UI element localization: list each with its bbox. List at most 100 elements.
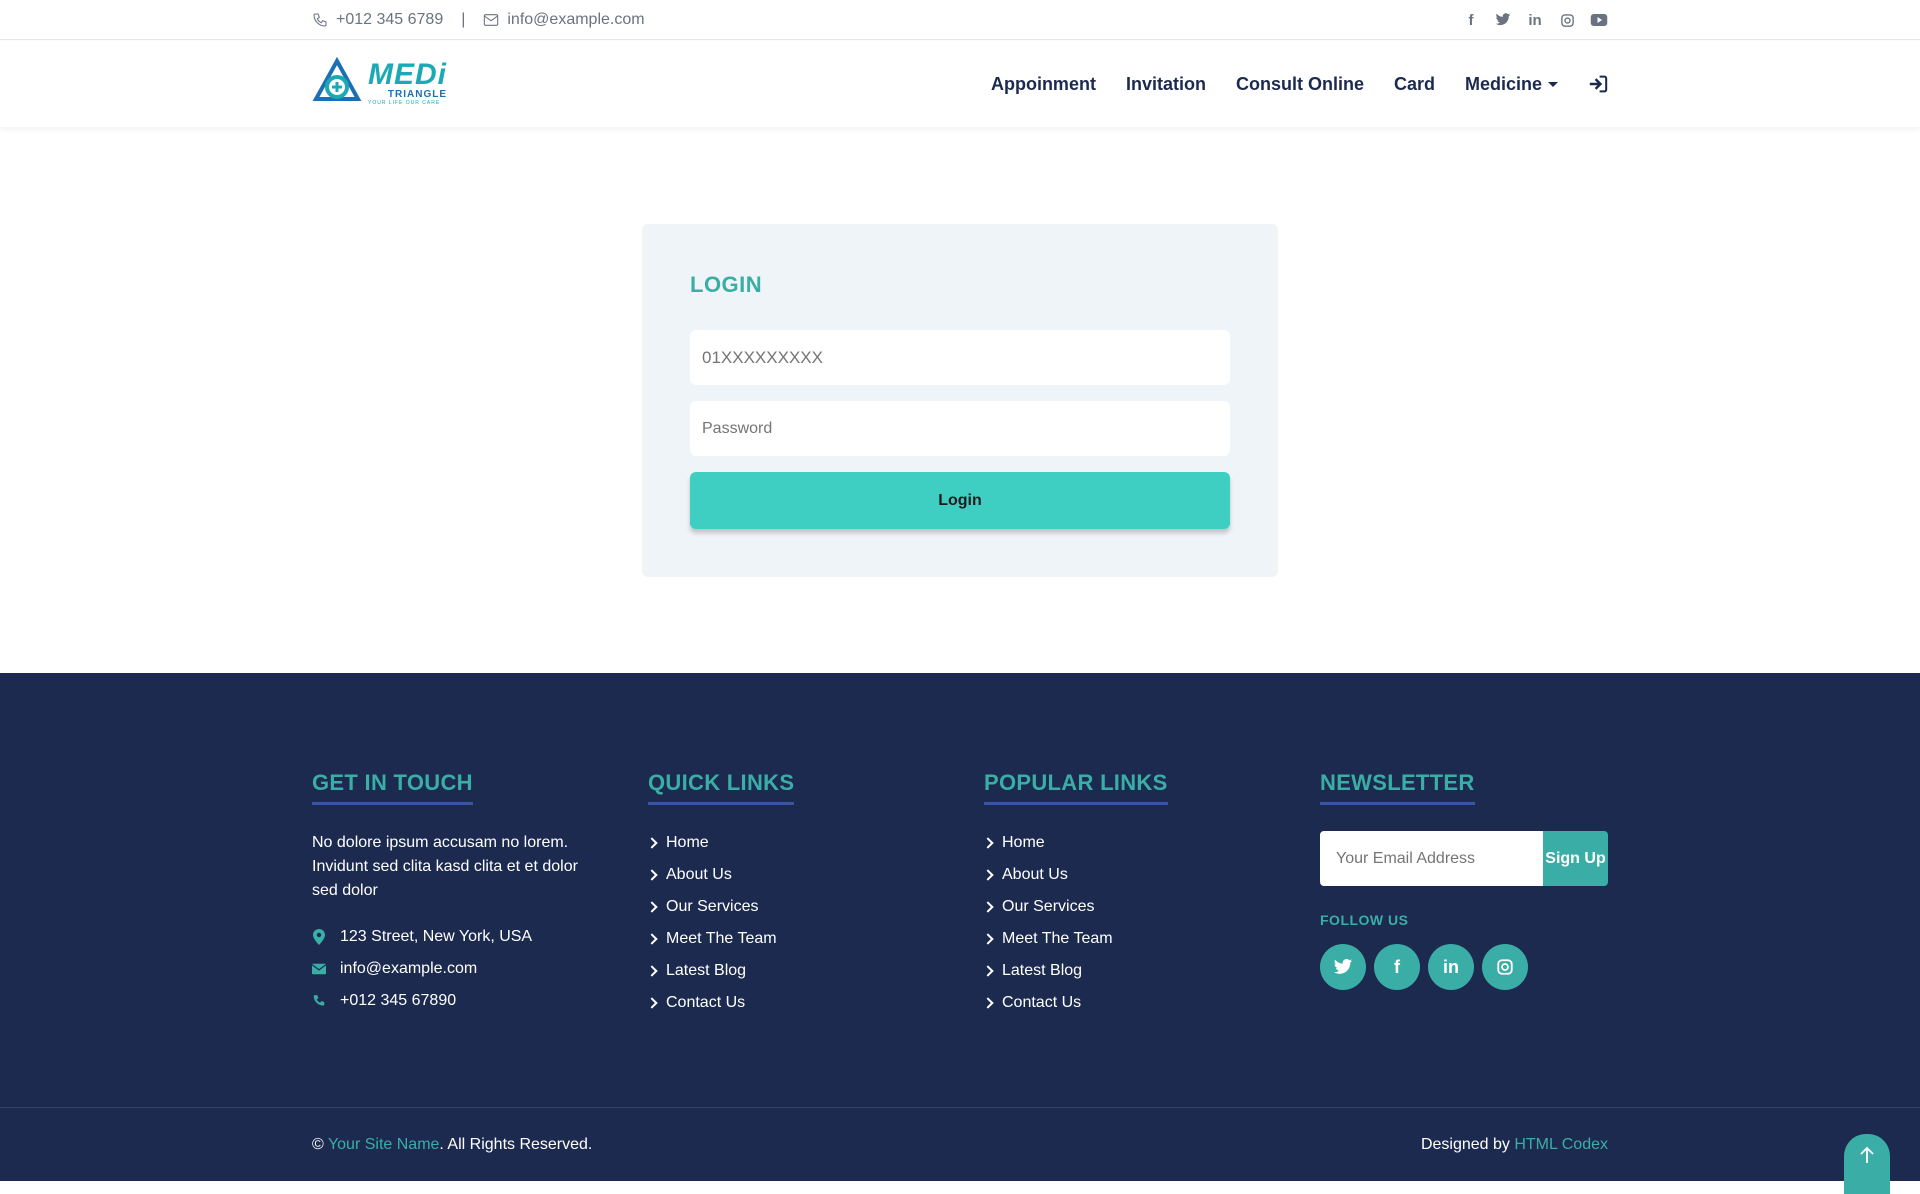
footer-social-buttons: f in — [1320, 944, 1608, 990]
popular-link-home[interactable]: Home — [982, 833, 1168, 853]
chevron-right-icon — [646, 869, 658, 881]
contact-phone: +012 345 67890 — [312, 991, 602, 1011]
instagram-icon[interactable] — [1482, 944, 1528, 990]
copyright: © Your Site Name. All Rights Reserved. — [312, 1136, 592, 1154]
link-label: Contact Us — [1002, 994, 1082, 1011]
quick-link-about[interactable]: About Us — [646, 865, 794, 885]
contact-list: 123 Street, New York, USA info@example.c… — [312, 927, 602, 1011]
envelope-icon — [312, 963, 326, 975]
twitter-icon[interactable] — [1494, 11, 1512, 29]
newsletter-email-input[interactable] — [1320, 831, 1543, 886]
site-name-link[interactable]: Your Site Name — [328, 1136, 439, 1153]
login-card: LOGIN Login — [642, 224, 1278, 577]
link-label: Latest Blog — [666, 962, 747, 979]
quick-links-list: Home About Us Our Services Meet The Team… — [646, 833, 794, 1013]
chevron-right-icon — [982, 997, 994, 1009]
instagram-icon[interactable] — [1558, 11, 1576, 29]
footer-bottom: © Your Site Name. All Rights Reserved. D… — [0, 1107, 1920, 1181]
topbar-email: info@example.com — [483, 11, 645, 29]
navbar: MEDi TRIANGLE YOUR LIFE OUR CARE Appoinm… — [0, 41, 1920, 127]
popular-link-about[interactable]: About Us — [982, 865, 1168, 885]
login-button[interactable]: Login — [690, 472, 1230, 529]
contact-email: info@example.com — [312, 959, 602, 979]
footer-quick-links: QUICK LINKS Home About Us Our Services M… — [646, 770, 795, 1013]
popular-link-team[interactable]: Meet The Team — [982, 929, 1168, 949]
logo-subtext: TRIANGLE — [387, 89, 447, 100]
youtube-icon[interactable] — [1590, 11, 1608, 29]
newsletter-title: NEWSLETTER — [1320, 770, 1475, 805]
link-label: Meet The Team — [666, 930, 777, 947]
nav-appointment[interactable]: Appoinment — [991, 74, 1096, 95]
link-label: Meet The Team — [1002, 930, 1113, 947]
chevron-right-icon — [982, 933, 994, 945]
topbar-contact: +012 345 6789 | info@example.com — [312, 0, 645, 40]
linkedin-icon[interactable]: in — [1428, 944, 1474, 990]
link-label: Our Services — [1002, 898, 1095, 915]
chevron-right-icon — [982, 869, 994, 881]
quick-link-blog[interactable]: Latest Blog — [646, 961, 794, 981]
designer-link[interactable]: HTML Codex — [1514, 1136, 1608, 1153]
contact-address-text: 123 Street, New York, USA — [340, 928, 533, 945]
footer-newsletter: NEWSLETTER Sign Up FOLLOW US f in — [1320, 770, 1608, 990]
chevron-down-icon — [1548, 81, 1558, 87]
contact-address: 123 Street, New York, USA — [312, 927, 602, 947]
arrow-up-icon — [1860, 1146, 1874, 1163]
quick-link-contact[interactable]: Contact Us — [646, 993, 794, 1013]
topbar: +012 345 6789 | info@example.com f in — [0, 0, 1920, 40]
footer-get-in-touch: GET IN TOUCH No dolore ipsum accusam no … — [312, 770, 602, 1011]
footer: GET IN TOUCH No dolore ipsum accusam no … — [0, 673, 1920, 1181]
link-label: About Us — [1002, 866, 1068, 883]
chevron-right-icon — [646, 933, 658, 945]
logo-tagline: YOUR LIFE OUR CARE — [368, 100, 441, 106]
topbar-phone-text: +012 345 6789 — [336, 11, 444, 28]
password-input[interactable] — [690, 401, 1230, 456]
contact-email-text[interactable]: info@example.com — [340, 960, 477, 978]
link-label: Home — [1002, 834, 1045, 851]
logo-mark-icon — [312, 57, 362, 101]
nav-card[interactable]: Card — [1394, 74, 1435, 95]
chevron-right-icon — [982, 901, 994, 913]
phone-input[interactable] — [690, 330, 1230, 385]
chevron-right-icon — [646, 837, 658, 849]
get-in-touch-text: No dolore ipsum accusam no lorem. Invidu… — [312, 834, 578, 899]
get-in-touch-title: GET IN TOUCH — [312, 770, 473, 805]
twitter-icon[interactable] — [1320, 944, 1366, 990]
quick-links-title: QUICK LINKS — [648, 770, 795, 805]
footer-popular-links: POPULAR LINKS Home About Us Our Services… — [982, 770, 1168, 1013]
nav-medicine-label: Medicine — [1464, 73, 1542, 94]
designed-by-label: Designed by — [1420, 1136, 1510, 1153]
link-label: Our Services — [666, 898, 759, 915]
chevron-right-icon — [646, 965, 658, 977]
envelope-icon — [484, 14, 499, 26]
back-to-top-button[interactable] — [1844, 1134, 1890, 1194]
link-label: About Us — [666, 866, 732, 883]
follow-us-label: FOLLOW US — [1320, 912, 1409, 928]
quick-link-home[interactable]: Home — [646, 833, 794, 853]
topbar-social: f in — [1462, 0, 1608, 40]
sign-up-button[interactable]: Sign Up — [1543, 831, 1608, 886]
chevron-right-icon — [982, 837, 994, 849]
chevron-right-icon — [646, 901, 658, 913]
contact-phone-text: +012 345 67890 — [340, 992, 457, 1009]
quick-link-services[interactable]: Our Services — [646, 897, 794, 917]
nav-medicine-dropdown[interactable]: Medicine — [1465, 74, 1558, 95]
site-logo[interactable]: MEDi TRIANGLE YOUR LIFE OUR CARE — [312, 55, 464, 111]
facebook-icon[interactable]: f — [1462, 11, 1480, 29]
popular-link-contact[interactable]: Contact Us — [982, 993, 1168, 1013]
popular-link-blog[interactable]: Latest Blog — [982, 961, 1168, 981]
nav-consult-online[interactable]: Consult Online — [1236, 74, 1364, 95]
phone-icon — [313, 995, 325, 1006]
quick-link-team[interactable]: Meet The Team — [646, 929, 794, 949]
link-label: Contact Us — [666, 994, 746, 1011]
popular-link-services[interactable]: Our Services — [982, 897, 1168, 917]
login-icon-link[interactable] — [1588, 75, 1608, 93]
nav-invitation[interactable]: Invitation — [1126, 74, 1206, 95]
facebook-icon[interactable]: f — [1374, 944, 1420, 990]
designed-by: Designed by HTML Codex — [1421, 1136, 1608, 1154]
linkedin-icon[interactable]: in — [1526, 11, 1544, 29]
logo-wordmark: MEDi TRIANGLE YOUR LIFE OUR CARE — [368, 60, 447, 106]
popular-links-title: POPULAR LINKS — [984, 770, 1168, 805]
login-title: LOGIN — [690, 272, 763, 302]
phone-icon — [313, 13, 327, 27]
popular-links-list: Home About Us Our Services Meet The Team… — [982, 833, 1168, 1013]
